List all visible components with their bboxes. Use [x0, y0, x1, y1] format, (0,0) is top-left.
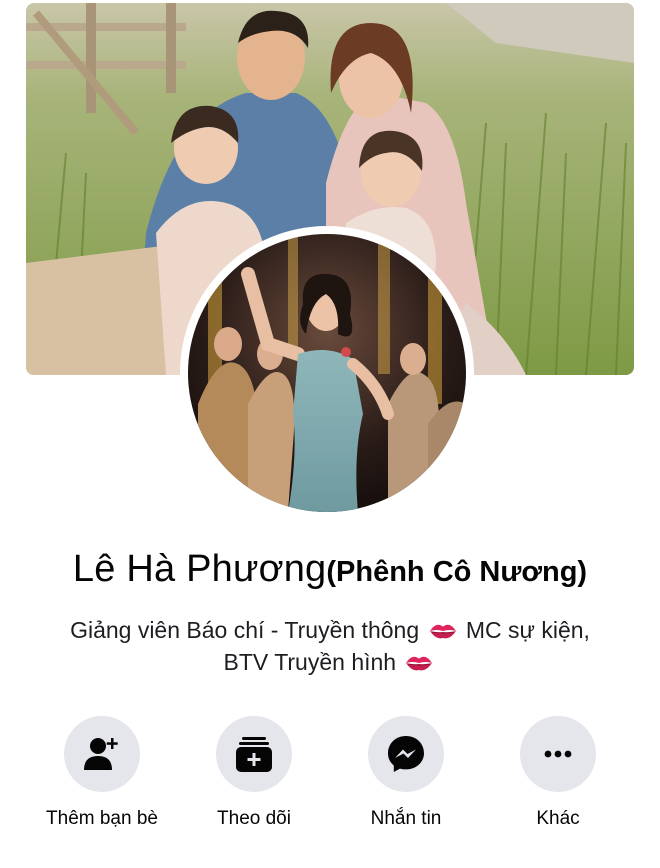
- follow-icon-circle[interactable]: [216, 716, 292, 792]
- kiss-mark-icon: [429, 624, 456, 639]
- profile-name: Lê Hà Phương: [72, 548, 327, 590]
- follow-icon: [236, 737, 272, 772]
- profile-bio: Giảng viên Báo chí - Truyền thông MC sự …: [30, 614, 630, 678]
- kiss-mark-icon: [406, 656, 433, 671]
- follow-button[interactable]: Theo dõi: [179, 716, 329, 830]
- message-button[interactable]: Nhắn tin: [331, 716, 481, 830]
- profile-name-row: Lê Hà Phương(Phênh Cô Nương): [0, 548, 660, 591]
- more-icon-circle[interactable]: [520, 716, 596, 792]
- message-label: Nhắn tin: [370, 808, 442, 829]
- more-label: Khác: [536, 808, 580, 829]
- profile-nickname: (Phênh Cô Nương): [326, 556, 588, 588]
- bio-text-1: Giảng viên Báo chí - Truyền thông: [70, 617, 420, 643]
- more-icon: [544, 750, 572, 758]
- add-friend-icon-circle[interactable]: [64, 716, 140, 792]
- bio-text-2: MC sự kiện,: [465, 617, 590, 643]
- follow-label: Theo dõi: [217, 808, 291, 829]
- profile-avatar[interactable]: [188, 234, 466, 512]
- add-friend-icon: [84, 738, 118, 770]
- bio-text-3: BTV Truyền hình: [223, 649, 397, 675]
- messenger-icon-circle[interactable]: [368, 716, 444, 792]
- profile-actions: Thêm bạn bè Theo dõi Nhắn tin Khác: [0, 716, 660, 846]
- add-friend-button[interactable]: Thêm bạn bè: [27, 716, 177, 830]
- messenger-icon: [388, 736, 424, 772]
- more-button[interactable]: Khác: [483, 716, 633, 830]
- add-friend-label: Thêm bạn bè: [46, 808, 158, 829]
